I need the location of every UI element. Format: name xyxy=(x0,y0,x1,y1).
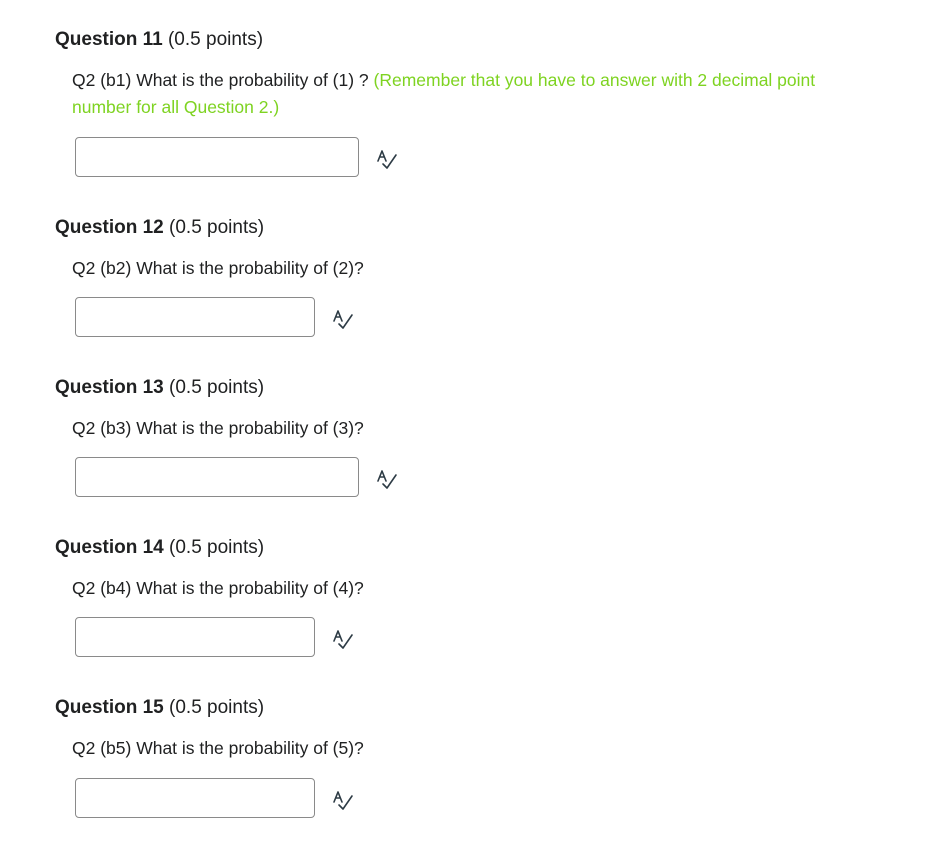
answer-input-13[interactable] xyxy=(75,457,359,497)
question-text: Q2 (b3) What is the probability of (3)? xyxy=(72,415,875,442)
answer-row-14 xyxy=(75,617,315,657)
answer-row-15 xyxy=(75,778,315,818)
question-text: Q2 (b2) What is the probability of (2)? xyxy=(72,255,875,282)
question-12: Question 12 (0.5 points) Q2 (b2) What is… xyxy=(55,216,875,282)
question-points: (0.5 points) xyxy=(169,537,265,558)
answer-input-15[interactable] xyxy=(75,778,315,818)
question-heading: Question 11 (0.5 points) xyxy=(55,28,875,52)
question-points: (0.5 points) xyxy=(169,217,265,238)
spellcheck-icon[interactable] xyxy=(332,789,354,811)
question-11: Question 11 (0.5 points) Q2 (b1) What is… xyxy=(55,28,875,121)
question-prompt: Q2 (b2) What is the probability of (2)? xyxy=(72,258,364,278)
spellcheck-icon[interactable] xyxy=(376,468,398,490)
question-title: Question 14 xyxy=(55,537,164,558)
question-title: Question 15 xyxy=(55,697,164,718)
question-13: Question 13 (0.5 points) Q2 (b3) What is… xyxy=(55,376,875,442)
spellcheck-icon[interactable] xyxy=(376,148,398,170)
question-15: Question 15 (0.5 points) Q2 (b5) What is… xyxy=(55,696,875,762)
answer-row-12 xyxy=(75,297,315,337)
answer-input-11[interactable] xyxy=(75,137,359,177)
question-points: (0.5 points) xyxy=(169,377,265,398)
question-heading: Question 14 (0.5 points) xyxy=(55,536,875,560)
question-title: Question 13 xyxy=(55,377,164,398)
question-prompt: Q2 (b4) What is the probability of (4)? xyxy=(72,578,364,598)
question-heading: Question 12 (0.5 points) xyxy=(55,216,875,240)
question-prompt: Q2 (b5) What is the probability of (5)? xyxy=(72,738,364,758)
question-heading: Question 13 (0.5 points) xyxy=(55,376,875,400)
question-text: Q2 (b5) What is the probability of (5)? xyxy=(72,735,875,762)
question-points: (0.5 points) xyxy=(169,697,265,718)
question-text: Q2 (b1) What is the probability of (1) ?… xyxy=(72,67,875,121)
question-prompt: Q2 (b3) What is the probability of (3)? xyxy=(72,418,364,438)
question-text: Q2 (b4) What is the probability of (4)? xyxy=(72,575,875,602)
question-title: Question 11 xyxy=(55,29,163,50)
question-title: Question 12 xyxy=(55,217,164,238)
answer-input-12[interactable] xyxy=(75,297,315,337)
question-points: (0.5 points) xyxy=(167,29,264,50)
spellcheck-icon[interactable] xyxy=(332,628,354,650)
answer-row-13 xyxy=(75,457,359,497)
question-heading: Question 15 (0.5 points) xyxy=(55,696,875,720)
answer-row-11 xyxy=(75,137,359,177)
answer-input-14[interactable] xyxy=(75,617,315,657)
spellcheck-icon[interactable] xyxy=(332,308,354,330)
question-14: Question 14 (0.5 points) Q2 (b4) What is… xyxy=(55,536,875,602)
question-prompt: Q2 (b1) What is the probability of (1) ? xyxy=(72,70,374,90)
